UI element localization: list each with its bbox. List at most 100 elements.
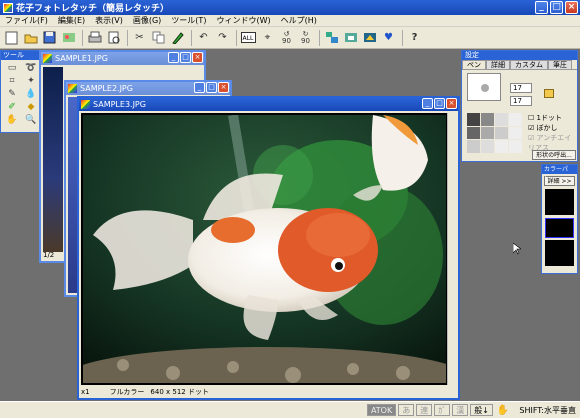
menu-window[interactable]: ウィンドウ(W) xyxy=(211,15,275,26)
minimize-button[interactable]: _ xyxy=(422,98,433,109)
menu-image[interactable]: 画像(G) xyxy=(128,15,166,26)
minimize-button[interactable]: _ xyxy=(168,52,179,63)
adjust-icon[interactable] xyxy=(323,29,340,46)
scan-icon[interactable] xyxy=(60,29,77,46)
tab-pen[interactable]: ペン xyxy=(462,60,486,69)
close-button[interactable]: × xyxy=(565,1,578,14)
minimize-button[interactable]: _ xyxy=(535,1,548,14)
status-bar: ATOK あ 連 ｶﾞ 漢 般↓ ✋ SHIFT:水平垂直 xyxy=(0,401,580,418)
option-blur[interactable]: ☑ ぼかし xyxy=(528,123,558,133)
mid-color[interactable] xyxy=(545,218,574,238)
ime-mode-general[interactable]: 般↓ xyxy=(470,404,493,416)
tab-pressure[interactable]: 筆圧 xyxy=(548,60,572,69)
page-indicator: 1/2 xyxy=(43,251,55,259)
menu-tools[interactable]: ツール(T) xyxy=(166,15,211,26)
toolbar-separator xyxy=(319,29,320,46)
title-bar: 花子フォトレタッチ（簡易レタッチ） _ □ × xyxy=(0,0,580,15)
new-icon[interactable] xyxy=(3,29,20,46)
svg-text:ALL: ALL xyxy=(243,35,254,42)
document-title: SAMPLE3.JPG xyxy=(93,100,146,109)
print-icon[interactable] xyxy=(86,29,103,46)
toolbar-separator xyxy=(127,29,128,46)
mouse-cursor-icon xyxy=(513,243,521,255)
select-all-icon[interactable]: ALL xyxy=(240,29,257,46)
menu-view[interactable]: 表示(V) xyxy=(90,15,128,26)
color-palette-panel: カラーパレ... 詳細 >> xyxy=(541,164,578,274)
crop-tool-icon[interactable]: ⌗ xyxy=(3,75,21,87)
brightness-icon[interactable] xyxy=(342,29,359,46)
tab-detail[interactable]: 詳細 xyxy=(486,60,510,69)
copy-icon[interactable] xyxy=(150,29,167,46)
tool-panel-title: ツール xyxy=(1,51,39,60)
save-icon[interactable] xyxy=(41,29,58,46)
detail-button[interactable]: 詳細 >> xyxy=(544,176,575,186)
help-icon[interactable]: ? xyxy=(406,29,423,46)
close-button[interactable]: × xyxy=(218,82,229,93)
option-blur-label: ぼかし xyxy=(536,124,558,132)
lock-icon[interactable] xyxy=(544,89,554,98)
document-image xyxy=(43,67,63,252)
menu-help[interactable]: ヘルプ(H) xyxy=(276,15,322,26)
fill-icon[interactable]: ◆ xyxy=(22,101,40,113)
brush-preview xyxy=(467,73,501,101)
rotate-right-label: 90 xyxy=(301,36,310,45)
open-icon[interactable] xyxy=(22,29,39,46)
vertical-scrollbar[interactable] xyxy=(447,113,456,385)
brush-shape-grid[interactable] xyxy=(467,113,522,153)
toolbar-separator xyxy=(236,29,237,46)
settings-panel: 設定 ペン 詳細 カスタム 筆圧 17 17 ☐ 1ドット ☑ ぼかし ☑ アン… xyxy=(461,50,578,162)
lasso-icon[interactable]: ➰ xyxy=(22,62,40,74)
undo-icon[interactable]: ↶ xyxy=(195,29,212,46)
menu-edit[interactable]: 編集(E) xyxy=(53,15,90,26)
heart-icon[interactable]: ♥ xyxy=(380,29,397,46)
ime-mode-a[interactable]: あ xyxy=(398,404,415,416)
document-title: SAMPLE2.JPG xyxy=(80,84,133,93)
maximize-button[interactable]: □ xyxy=(206,82,217,93)
document-icon xyxy=(43,54,52,63)
foreground-color[interactable] xyxy=(545,189,574,215)
rotate-left-icon[interactable]: ↺ 90 xyxy=(278,29,295,46)
magic-wand-icon[interactable]: ✦ xyxy=(22,75,40,87)
background-color[interactable] xyxy=(545,240,574,266)
hand-tool-icon: ✋ xyxy=(496,404,510,416)
close-button[interactable]: × xyxy=(446,98,457,109)
pen-icon[interactable]: ✐ xyxy=(3,101,21,113)
goldfish-photo[interactable] xyxy=(81,113,448,385)
option-1dot-label: 1ドット xyxy=(536,114,562,122)
app-title: 花子フォトレタッチ（簡易レタッチ） xyxy=(16,4,170,14)
document-window-sample3[interactable]: SAMPLE3.JPG _ □ × x1 フルカラー 640 x 512 ドット xyxy=(77,96,460,400)
ime-indicator[interactable]: ATOK xyxy=(366,404,397,416)
close-button[interactable]: × xyxy=(192,52,203,63)
zoom-level: x1 xyxy=(81,388,90,396)
ime-mode-ren[interactable]: 連 xyxy=(416,404,433,416)
ime-mode-ka[interactable]: ｶﾞ xyxy=(434,404,451,416)
maximize-button[interactable]: □ xyxy=(550,1,563,14)
maximize-button[interactable]: □ xyxy=(180,52,191,63)
effect-icon[interactable] xyxy=(361,29,378,46)
redo-icon[interactable]: ↷ xyxy=(214,29,231,46)
cut-icon[interactable]: ✂ xyxy=(131,29,148,46)
rotate-right-icon[interactable]: ↻ 90 xyxy=(297,29,314,46)
settings-panel-title: 設定 xyxy=(462,51,577,60)
zoom-icon[interactable]: 🔍 xyxy=(22,114,40,126)
size-field-1[interactable]: 17 xyxy=(510,83,532,93)
option-1dot[interactable]: ☐ 1ドット xyxy=(528,113,562,123)
shift-hint: SHIFT:水平垂直 xyxy=(519,405,576,415)
size-field-2[interactable]: 17 xyxy=(510,96,532,106)
brush-icon[interactable]: ✎ xyxy=(3,88,21,100)
crop-icon[interactable]: ⌖ xyxy=(259,29,276,46)
ime-mode-kan[interactable]: 漢 xyxy=(452,404,469,416)
color-mode: フルカラー xyxy=(109,388,145,396)
print-preview-icon[interactable] xyxy=(105,29,122,46)
shape-load-button[interactable]: 形状の呼出... xyxy=(532,150,576,160)
document-icon xyxy=(81,100,90,109)
minimize-button[interactable]: _ xyxy=(194,82,205,93)
tab-custom[interactable]: カスタム xyxy=(510,60,548,69)
dropper-icon[interactable]: 💧 xyxy=(22,88,40,100)
hand-icon[interactable]: ✋ xyxy=(3,114,21,126)
paste-icon[interactable] xyxy=(169,29,186,46)
rect-select-icon[interactable]: ▭ xyxy=(3,62,21,74)
menu-file[interactable]: ファイル(F) xyxy=(0,15,53,26)
maximize-button[interactable]: □ xyxy=(434,98,445,109)
rotate-left-label: 90 xyxy=(282,36,291,45)
